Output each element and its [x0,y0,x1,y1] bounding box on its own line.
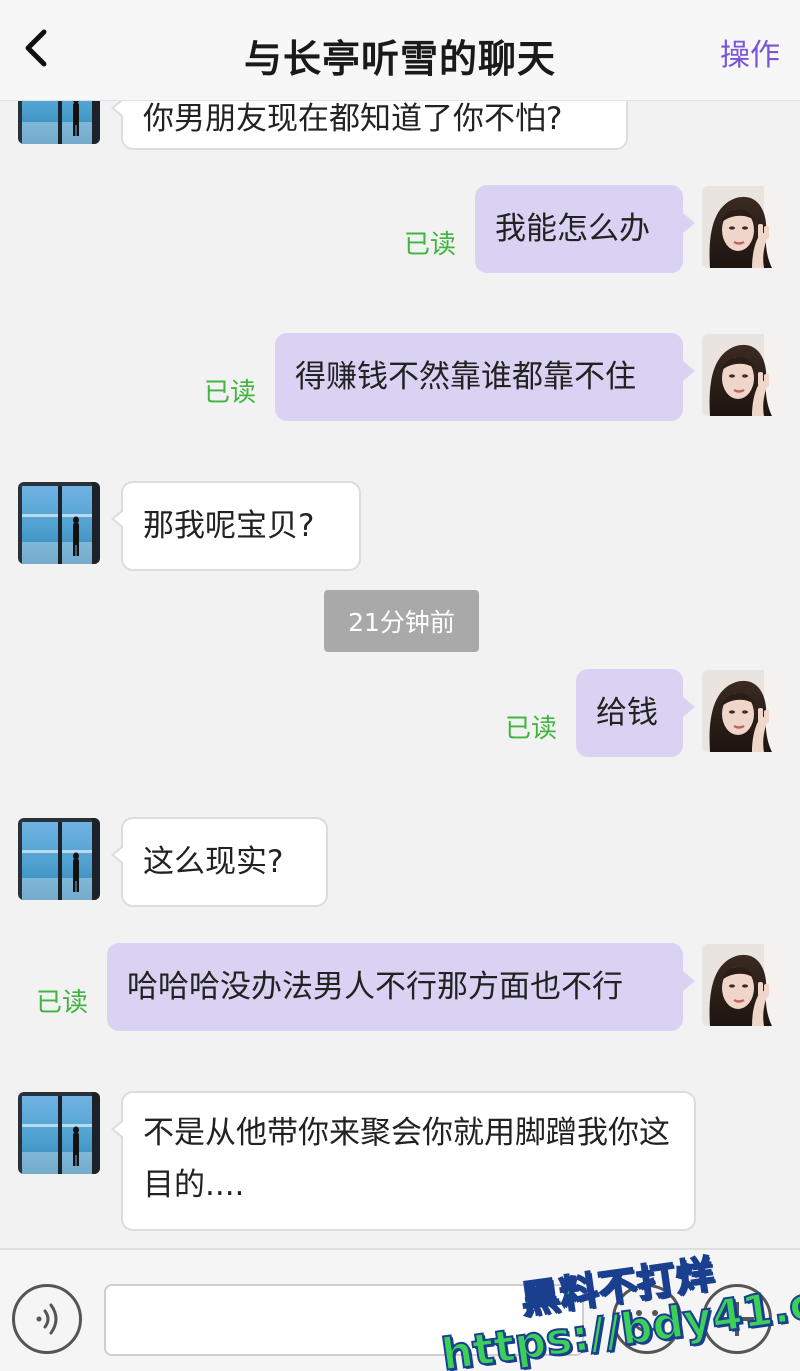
emoji-icon [615,1310,679,1355]
my-avatar[interactable] [702,670,784,752]
time-divider: 21分钟前 [324,590,479,652]
my-avatar[interactable] [702,334,784,416]
received-message-bubble[interactable]: 那我呢宝贝? [111,481,361,571]
header-bar: 与长亭听雪的聊天 操作 [0,0,800,100]
message-text: 我能怎么办 [495,211,650,247]
voice-icon [15,1303,79,1355]
chat-area[interactable]: 你男朋友现在都知道了你不怕? 已读 我能怎么办 已读 得赚钱不然靠谁都靠不住 那… [0,100,800,1248]
message-text: 不是从他带你来聚会你就用脚蹭我你这目的.... [143,1115,670,1203]
chat-title: 与长亭听雪的聊天 [243,37,556,81]
action-button[interactable]: 操作 [720,30,780,74]
sent-message-bubble[interactable]: 给钱 [576,669,695,757]
input-bar [0,1248,800,1371]
sent-message-bubble[interactable]: 得赚钱不然靠谁都靠不住 [275,333,695,421]
message-text: 这么现实? [143,844,284,880]
plus-icon[interactable] [702,1284,772,1354]
message-text: 你男朋友现在都知道了你不怕? [143,101,563,137]
my-avatar[interactable] [702,944,784,1026]
read-status: 已读 [404,230,457,260]
message-text: 那我呢宝贝? [143,508,315,544]
received-message-bubble[interactable]: 你男朋友现在都知道了你不怕? [111,100,628,150]
contact-avatar[interactable] [18,1092,100,1174]
received-message-bubble[interactable]: 不是从他带你来聚会你就用脚蹭我你这目的.... [111,1091,696,1231]
emoji-button[interactable] [612,1284,682,1354]
contact-avatar[interactable] [18,818,100,900]
sent-message-bubble[interactable]: 哈哈哈没办法男人不行那方面也不行 [107,943,695,1031]
read-status: 已读 [36,988,89,1018]
received-message-bubble[interactable]: 这么现实? [111,817,328,907]
read-status: 已读 [204,378,257,408]
message-text: 得赚钱不然靠谁都靠不住 [295,359,636,395]
message-text: 哈哈哈没办法男人不行那方面也不行 [127,969,623,1005]
my-avatar[interactable] [702,186,784,268]
message-text: 给钱 [596,695,658,731]
message-input[interactable] [104,1284,584,1356]
voice-button[interactable] [12,1284,82,1354]
read-status: 已读 [505,714,558,744]
contact-avatar[interactable] [18,482,100,564]
sent-message-bubble[interactable]: 我能怎么办 [475,185,695,273]
contact-avatar[interactable] [18,100,100,144]
